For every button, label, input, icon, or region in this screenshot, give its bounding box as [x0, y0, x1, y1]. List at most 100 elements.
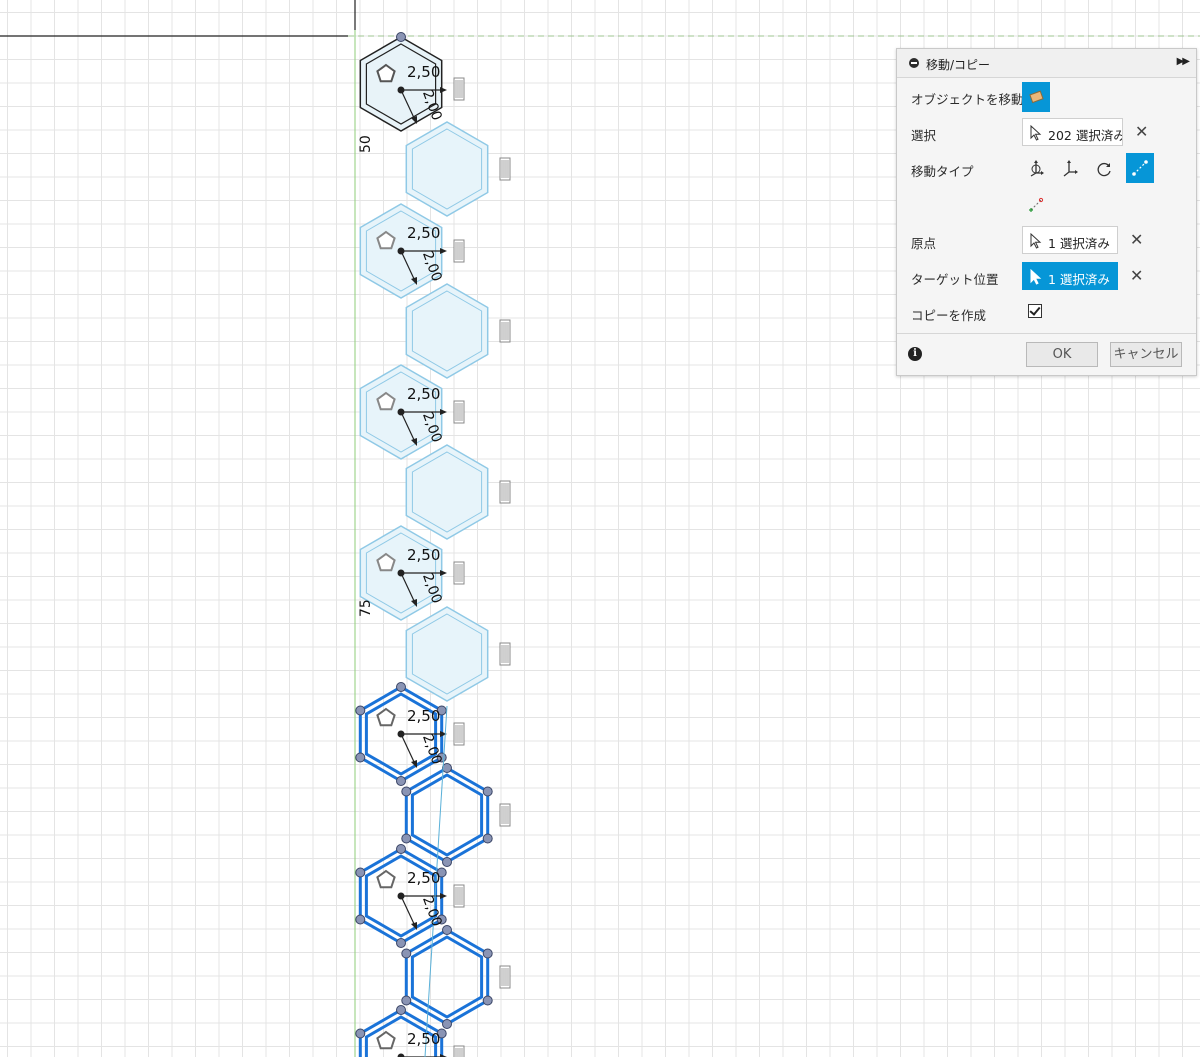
free-move-button[interactable] [1022, 154, 1050, 184]
ghost-hexagon [405, 606, 489, 702]
move-type-label: 移動タイプ [911, 164, 974, 179]
point-to-point-icon [1132, 160, 1148, 176]
dimension-marker-h-arrow [440, 570, 447, 576]
object-move-label: オブジェクトを移動 [911, 92, 1024, 107]
body-icon [1029, 90, 1044, 104]
source-vertex [396, 32, 406, 42]
move-object-type-button[interactable] [1022, 82, 1050, 112]
free-move-icon [1030, 160, 1044, 177]
sketch-point [355, 752, 366, 763]
sketch-point [482, 833, 493, 844]
dimension-marker-h-arrow [440, 248, 447, 254]
sketch-point [396, 1005, 406, 1015]
dimension-marker-d [400, 895, 416, 927]
dimension-value-vertical: 50 [358, 135, 374, 153]
point-to-point-button[interactable] [1126, 153, 1154, 183]
info-icon[interactable]: i [908, 347, 922, 361]
dialog-title: 移動/コピー [926, 58, 991, 72]
dimension-value-horizontal: 2,50 [407, 707, 441, 725]
ghost-hexagon [405, 444, 489, 540]
sketch-point [401, 948, 412, 959]
cursor-icon [1030, 125, 1042, 141]
dimension-marker-h-arrow [440, 893, 447, 899]
sketch-point [355, 705, 366, 716]
selection-value: 202 選択済み [1048, 128, 1123, 143]
comb-symbol [453, 77, 465, 101]
comb-symbol [453, 239, 465, 263]
expand-icon[interactable]: ▶▶ [1177, 56, 1190, 67]
ghost-hexagon [405, 283, 489, 379]
move-copy-dialog: 移動/コピー ▶▶ オブジェクトを移動 選択 202 選択済み ✕ 移動タイプ [896, 48, 1197, 376]
dimension-value-vertical: 75 [358, 599, 374, 617]
pentagon-symbol [376, 707, 396, 727]
comb-symbol [453, 561, 465, 585]
comb-symbol [453, 884, 465, 908]
selected-hexagon-inner [410, 773, 484, 857]
rotate-button[interactable] [1090, 154, 1118, 184]
translate-icon [1063, 160, 1078, 177]
sketch-point [396, 938, 406, 948]
sketch-point [442, 925, 452, 935]
clear-target-icon[interactable]: ✕ [1130, 266, 1143, 285]
sketch-point [442, 857, 452, 867]
comb-symbol [499, 157, 511, 181]
ok-button[interactable]: OK [1026, 342, 1098, 367]
origin-value: 1 選択済み [1048, 236, 1110, 251]
comb-symbol [499, 803, 511, 827]
target-field[interactable]: 1 選択済み [1022, 262, 1118, 290]
selection-field[interactable]: 202 選択済み [1022, 118, 1123, 146]
cancel-button[interactable]: キャンセル [1110, 342, 1182, 367]
sketch-point [482, 786, 493, 797]
comb-symbol [499, 965, 511, 989]
dimension-value-horizontal: 2,50 [407, 385, 441, 403]
dimension-marker-h-arrow [440, 409, 447, 415]
sketch-point [442, 763, 452, 773]
rotate-icon [1097, 162, 1111, 177]
dialog-header: 移動/コピー ▶▶ [897, 49, 1196, 78]
clear-selection-icon[interactable]: ✕ [1135, 122, 1148, 141]
comb-symbol [453, 1045, 465, 1057]
dimension-value-horizontal: 2,50 [407, 224, 441, 242]
selected-hexagon [404, 766, 490, 864]
comb-symbol [499, 480, 511, 504]
point-to-position-icon [1029, 197, 1044, 212]
copy-label: コピーを作成 [911, 308, 987, 323]
sketch-point [355, 1028, 366, 1039]
origin-field[interactable]: 1 選択済み [1022, 226, 1118, 254]
dimension-marker-h-arrow [440, 731, 447, 737]
ghost-hexagon [405, 121, 489, 217]
sketch-point [355, 914, 366, 925]
sketch-point [401, 786, 412, 797]
selected-hexagon-inner [410, 935, 484, 1019]
target-value: 1 選択済み [1048, 272, 1110, 287]
comb-symbol [453, 400, 465, 424]
translate-button[interactable] [1056, 154, 1084, 184]
sketch-point [442, 1019, 452, 1029]
dimension-marker-h-arrow [440, 87, 447, 93]
point-to-position-button[interactable] [1022, 190, 1050, 220]
sketch-point [396, 776, 406, 786]
create-copy-checkbox[interactable] [1028, 304, 1042, 318]
dimension-value-horizontal: 2,50 [407, 869, 441, 887]
origin-label: 原点 [911, 236, 937, 251]
sketch-point [482, 948, 493, 959]
sketch-point [396, 682, 406, 692]
selection-label: 選択 [911, 128, 937, 143]
dimension-value-horizontal: 2,50 [407, 63, 441, 81]
pentagon-symbol [376, 1030, 396, 1050]
dimension-marker-d [400, 733, 416, 765]
comb-symbol [499, 642, 511, 666]
comb-symbol [499, 319, 511, 343]
dialog-footer-divider [897, 333, 1196, 334]
pentagon-symbol [376, 869, 396, 889]
cursor-icon [1030, 233, 1042, 249]
sketch-point [482, 995, 493, 1006]
collapse-icon[interactable] [909, 58, 919, 68]
sketch-point [396, 844, 406, 854]
comb-symbol [453, 722, 465, 746]
clear-origin-icon[interactable]: ✕ [1130, 230, 1143, 249]
dimension-value-horizontal: 2,50 [407, 1030, 441, 1048]
sketch-point [401, 833, 412, 844]
selected-hexagon [404, 928, 490, 1026]
sketch-point [355, 867, 366, 878]
